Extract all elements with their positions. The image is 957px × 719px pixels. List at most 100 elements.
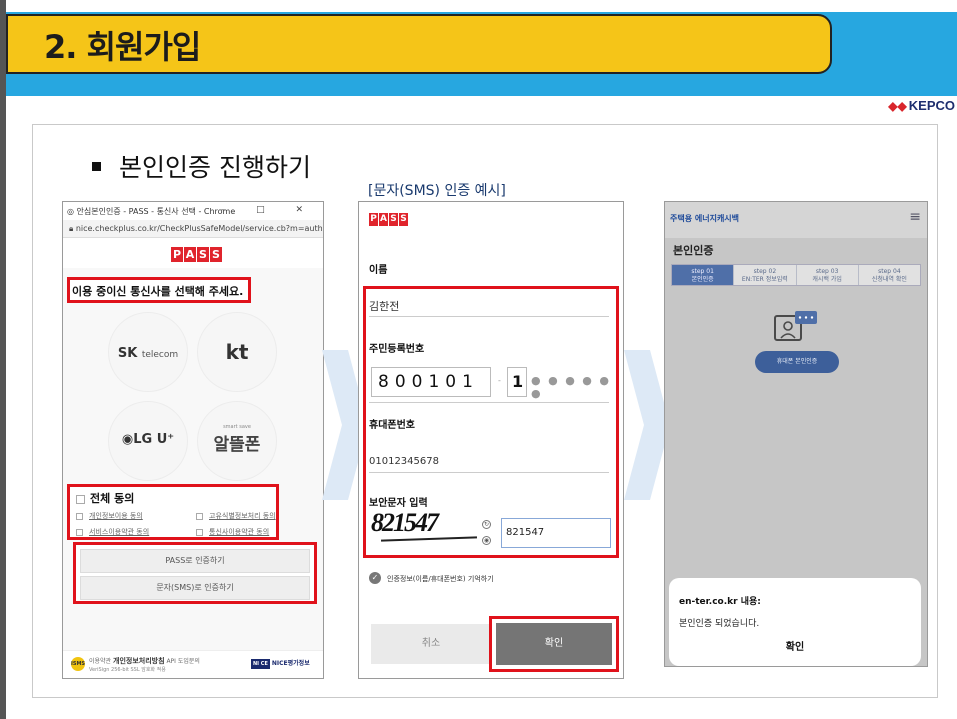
remember-checkbox[interactable]: ✓ <box>369 572 381 584</box>
step-label: 신청내역 확인 <box>871 276 907 283</box>
remember-label: 인증정보(이름/휴대폰번호) 기억하기 <box>387 575 494 583</box>
step-item: step 04 신청내역 확인 <box>857 265 920 285</box>
window-controls[interactable]: – □ ✕ <box>221 205 317 215</box>
agree-item-label: 개인정보이용 동의 <box>89 512 143 520</box>
url-text: nice.checkplus.co.kr/CheckPlusSafeModel/… <box>75 224 323 233</box>
pass-letter: S <box>399 213 408 226</box>
field-underline <box>369 316 609 317</box>
mvno-logo: 알뜰폰 <box>213 435 261 455</box>
pass-logo: PASS <box>171 247 223 262</box>
agree-item[interactable]: 서비스이용약관 동의 <box>76 527 149 537</box>
auth-method-box: PASS로 인증하기 문자(SMS)로 인증하기 <box>73 542 317 604</box>
pass-logo: PASS <box>369 213 409 226</box>
resident-number-mask: ● ● ● ● ● ● <box>531 374 611 400</box>
confirm-button[interactable]: 확인 <box>496 623 612 665</box>
checkbox-icon <box>196 512 203 520</box>
kepco-logo-text: KEPCO <box>908 98 955 113</box>
carrier-area <box>63 268 323 668</box>
api-inquiry-link[interactable]: API 도입문의 <box>165 658 199 665</box>
agree-item[interactable]: 개인정보이용 동의 <box>76 511 143 521</box>
header-top-white <box>6 0 957 12</box>
alert-dialog: en-ter.co.kr 내용: 본인인증 되었습니다. 확인 <box>669 578 921 666</box>
step-item: step 01 본인인증 <box>672 265 734 285</box>
resident-number-back-field[interactable]: 1 <box>507 367 527 397</box>
step-number: step 04 <box>878 268 901 275</box>
phone-label: 휴대폰번호 <box>369 420 415 431</box>
step-number: step 02 <box>753 268 777 275</box>
app-brand[interactable]: 주택용 에너지캐시백 <box>670 213 739 224</box>
captcha-image: 821547 <box>371 508 439 537</box>
step-label: 본인인증 <box>691 276 714 283</box>
sms-auth-button[interactable]: 문자(SMS)로 인증하기 <box>80 576 310 600</box>
checkbox-icon <box>196 528 203 536</box>
section-title: 본인인증 진행하기 <box>92 148 311 184</box>
kepco-logo-icon: ◆◆ <box>888 99 907 113</box>
field-underline <box>369 472 609 473</box>
bullet-icon <box>92 161 101 171</box>
menu-icon[interactable]: ≡ <box>909 209 921 225</box>
screen-title: 본인인증 <box>673 244 714 257</box>
cancel-button[interactable]: 취소 <box>371 624 491 664</box>
checkbox-icon <box>76 512 83 520</box>
step-indicator: step 01 본인인증 step 02 EN:TER 정보입력 step 03 캐시… <box>671 264 921 286</box>
page-title: 2. 회원가입 <box>44 28 201 66</box>
step-number: step 01 <box>691 268 714 275</box>
step-label: 캐시백 가입 <box>812 276 842 283</box>
agree-all-checkbox[interactable]: 전체 동의 <box>76 490 134 506</box>
phone-auth-button[interactable]: 휴대폰 본인인증 <box>755 351 839 373</box>
terms-link[interactable]: 이용약관 <box>89 658 113 665</box>
cashback-auth-screen: 주택용 에너지캐시백 ≡ 본인인증 step 01 본인인증 step 02 EN:… <box>664 201 928 667</box>
nice-logo-text: NICE평가정보 <box>271 660 310 667</box>
window-footer: ISMS 이용약관 개인정보처리방침 API 도입문의 VeriSign 256… <box>63 650 323 678</box>
checkbox-icon <box>76 494 85 504</box>
pass-letter: A <box>379 213 388 226</box>
captcha-label: 보안문자 입력 <box>369 498 428 509</box>
agree-item-label: 서비스이용약관 동의 <box>89 528 150 536</box>
pass-letter: P <box>171 247 183 262</box>
address-bar[interactable]: 🔒︎ nice.checkplus.co.kr/CheckPlusSafeMod… <box>63 220 323 238</box>
window-title: 안심본인인증 - PASS - 통신사 선택 - Chrome <box>76 207 236 216</box>
pass-letter: S <box>197 247 209 262</box>
step-item: step 03 캐시백 가입 <box>795 265 858 285</box>
section-title-text: 본인인증 진행하기 <box>119 153 311 182</box>
field-underline <box>369 402 609 403</box>
refresh-icon[interactable]: ↻ <box>482 520 491 529</box>
pass-letter: S <box>389 213 398 226</box>
nice-logo: NI CE NICE평가정보 <box>251 658 310 669</box>
sk-telecom-logo: SK telecom <box>108 346 188 361</box>
carrier-headline: 이용 중이신 통신사를 선택해 주세요. <box>67 277 251 303</box>
privacy-link[interactable]: 개인정보처리방침 <box>113 657 165 665</box>
left-edge-strip <box>0 0 6 719</box>
dialog-message: 본인인증 되었습니다. <box>679 619 760 629</box>
sms-example-caption: [문자(SMS) 인증 예시] <box>368 183 506 199</box>
isms-badge-icon: ISMS <box>71 657 85 671</box>
pass-letter: P <box>369 213 378 226</box>
resident-number-front-field[interactable]: 800101 <box>371 367 491 397</box>
resident-number-dash: - <box>498 376 501 385</box>
lock-icon: 🔒︎ <box>69 224 76 233</box>
name-field[interactable]: 김한전 <box>369 298 399 314</box>
step-number: step 03 <box>815 268 839 275</box>
agree-item-label: 통신사이용약관 동의 <box>209 528 270 536</box>
pass-letter: S <box>210 247 222 262</box>
nice-logo-icon: NI CE <box>251 659 270 669</box>
agree-all-label: 전체 동의 <box>90 492 135 505</box>
pass-auth-button[interactable]: PASS로 인증하기 <box>80 549 310 573</box>
phone-field[interactable]: 01012345678 <box>369 456 439 467</box>
phone-verify-icon <box>774 311 817 341</box>
agree-item-label: 고유식별정보처리 동의 <box>209 512 276 520</box>
sk-logo-sub: telecom <box>141 350 179 360</box>
audio-icon[interactable]: ◉ <box>482 536 491 545</box>
dialog-ok-button[interactable]: 확인 <box>769 638 821 653</box>
agreement-box: 전체 동의 개인정보이용 동의 고유식별정보처리 동의 서비스이용약관 동의 통… <box>67 484 279 540</box>
checkbox-icon <box>76 528 83 536</box>
pass-letter: A <box>184 247 196 262</box>
kt-logo: kt <box>225 340 249 364</box>
agree-item[interactable]: 통신사이용약관 동의 <box>196 527 269 537</box>
agree-item[interactable]: 고유식별정보처리 동의 <box>196 511 276 521</box>
captcha-input[interactable]: 821547 <box>501 518 611 548</box>
kepco-logo: ◆◆ KEPCO <box>888 98 955 113</box>
chrome-icon: ◎ <box>67 207 77 216</box>
dialog-title: en-ter.co.kr 내용: <box>679 597 761 607</box>
name-label: 이름 <box>369 265 388 276</box>
